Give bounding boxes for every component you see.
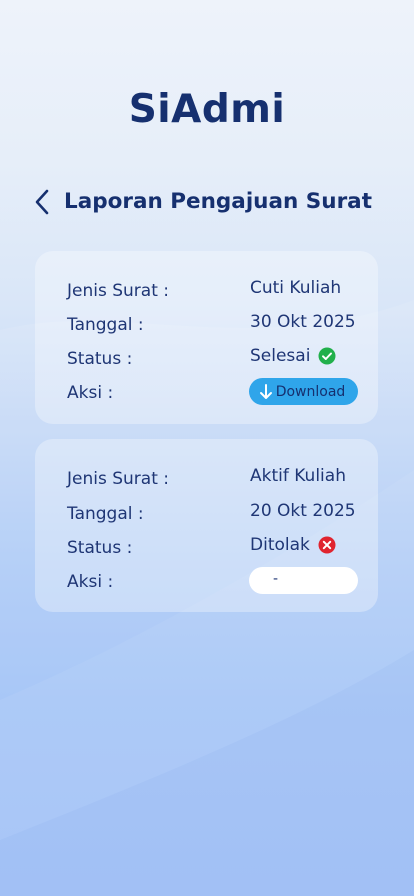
status-value: Selesai — [250, 344, 336, 368]
jenis-surat-label: Jenis Surat : — [67, 469, 169, 489]
chevron-left-icon — [35, 189, 49, 215]
check-circle-icon — [318, 347, 336, 365]
status-value: Ditolak — [250, 533, 336, 557]
aksi-label: Aksi : — [67, 572, 114, 592]
aksi-label: Aksi : — [67, 383, 114, 403]
back-button[interactable] — [26, 184, 58, 220]
app-title: SiAdmi — [128, 87, 286, 132]
status-label: Status : — [67, 349, 133, 369]
letter-card: Jenis Surat : Aktif Kuliah Tanggal : 20 … — [35, 439, 378, 612]
letter-card: Jenis Surat : Cuti Kuliah Tanggal : 30 O… — [35, 251, 378, 424]
arrow-down-icon — [259, 383, 272, 399]
tanggal-label: Tanggal : — [67, 315, 144, 335]
jenis-surat-value: Cuti Kuliah — [250, 278, 342, 298]
tanggal-value: 20 Okt 2025 — [250, 501, 356, 521]
status-text: Selesai — [250, 346, 311, 366]
status-text: Ditolak — [250, 535, 310, 555]
x-circle-icon — [318, 536, 336, 554]
empty-action-field: - — [249, 567, 358, 594]
tanggal-value: 30 Okt 2025 — [250, 312, 356, 332]
download-button[interactable]: Download — [249, 378, 358, 405]
jenis-surat-label: Jenis Surat : — [67, 281, 169, 301]
tanggal-label: Tanggal : — [67, 504, 144, 524]
jenis-surat-value: Aktif Kuliah — [250, 466, 346, 486]
download-label: Download — [275, 383, 346, 400]
status-label: Status : — [67, 538, 133, 558]
page-title: Laporan Pengajuan Surat — [64, 189, 372, 214]
